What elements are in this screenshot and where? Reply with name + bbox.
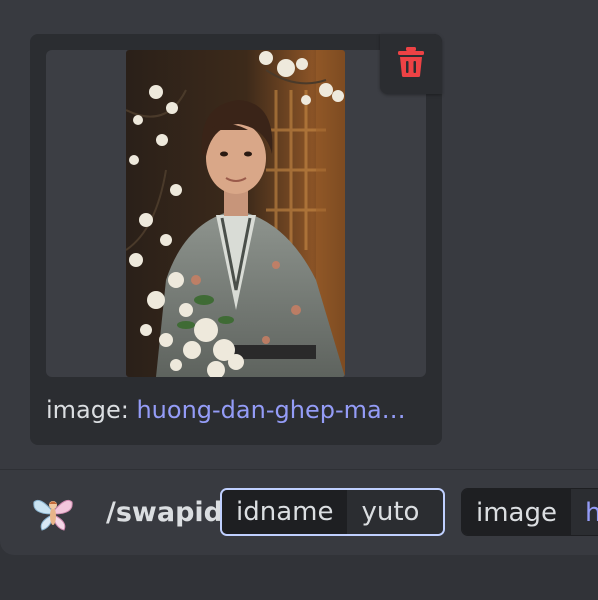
option-image-value[interactable]: h	[570, 489, 598, 535]
attachment-filename: image: huong-dan-ghep-ma…	[46, 394, 426, 426]
option-idname-label: idname	[222, 490, 348, 534]
option-idname[interactable]: idname yuto	[220, 488, 445, 536]
filename-label: image:	[46, 396, 137, 424]
option-idname-value[interactable]: yuto	[347, 490, 443, 534]
fairy-avatar-icon	[32, 492, 74, 534]
filename-value[interactable]: huong-dan-ghep-ma…	[136, 396, 405, 424]
message-composer-panel: image: huong-dan-ghep-ma… /swapid idname…	[0, 0, 598, 555]
trash-icon	[396, 46, 426, 82]
divider	[0, 469, 598, 470]
image-preview-area[interactable]	[46, 50, 426, 377]
delete-attachment-button[interactable]	[380, 34, 442, 94]
option-image[interactable]: image h	[461, 488, 598, 536]
attachment-image	[126, 50, 345, 377]
slash-command-name: /swapid	[106, 497, 224, 528]
option-image-label: image	[462, 489, 571, 535]
attachment-card: image: huong-dan-ghep-ma…	[30, 34, 442, 445]
